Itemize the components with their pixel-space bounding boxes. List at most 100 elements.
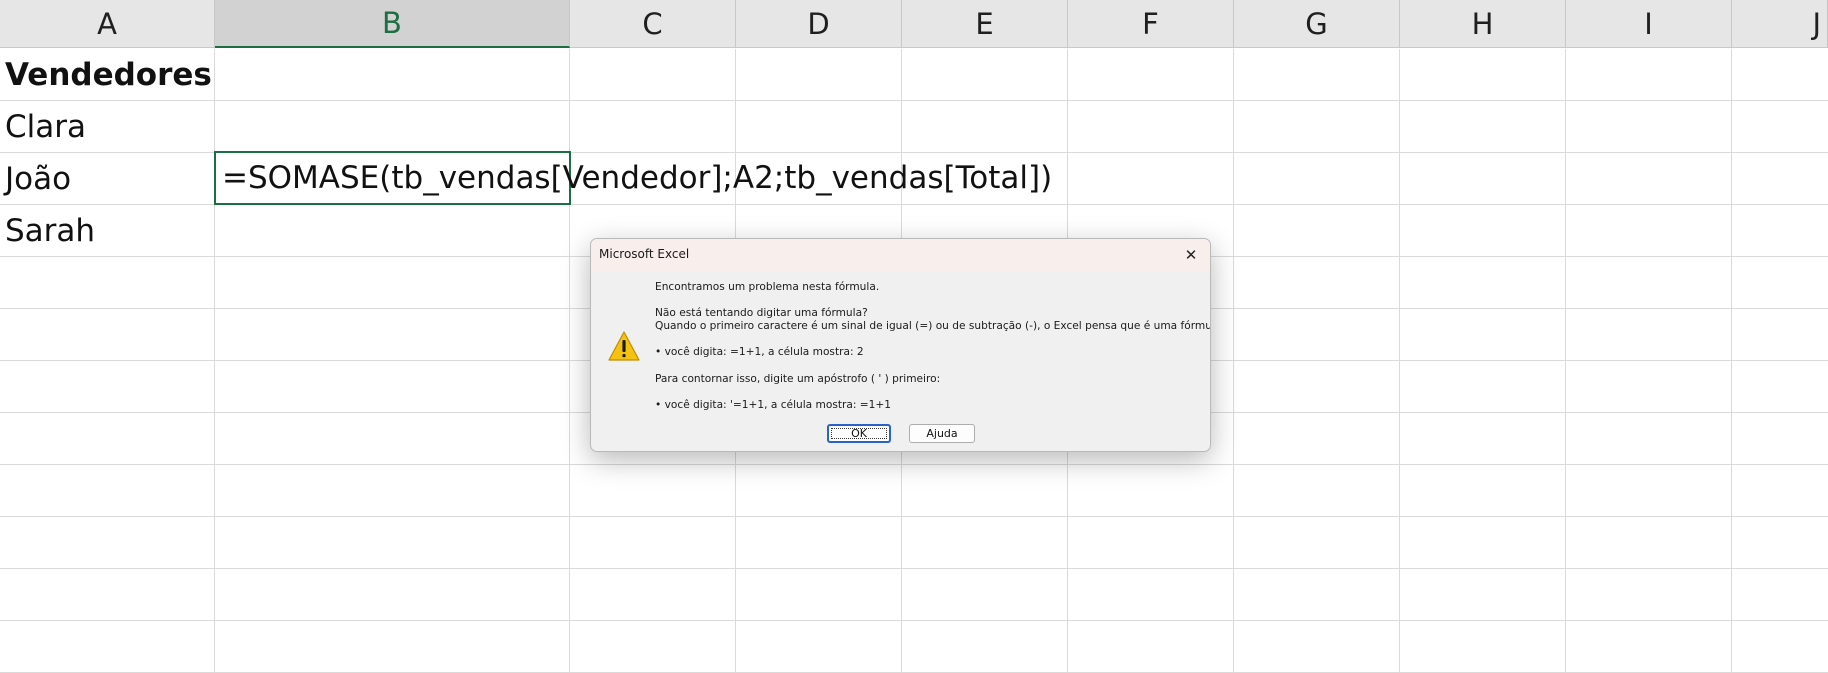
grid-cell[interactable] (0, 517, 215, 569)
column-header-c[interactable]: C (570, 0, 736, 48)
grid-cell[interactable] (0, 621, 215, 673)
column-header-j[interactable]: J (1732, 0, 1828, 48)
grid-cell[interactable] (215, 361, 570, 413)
help-button[interactable]: Ajuda (909, 424, 975, 443)
column-header-h[interactable]: H (1400, 0, 1566, 48)
grid-cell[interactable] (1732, 101, 1828, 153)
grid-cell[interactable] (1732, 517, 1828, 569)
grid-cell[interactable] (736, 569, 902, 621)
grid-cell[interactable] (1068, 465, 1234, 517)
grid-cell[interactable] (1732, 569, 1828, 621)
grid-cell[interactable] (1400, 205, 1566, 257)
grid-cell[interactable] (215, 465, 570, 517)
cell-a3[interactable]: João (0, 153, 215, 205)
grid-cell[interactable] (1732, 621, 1828, 673)
grid-cell[interactable] (1400, 517, 1566, 569)
grid-cell[interactable] (1732, 465, 1828, 517)
grid-cell[interactable] (1566, 517, 1732, 569)
grid-cell[interactable] (1068, 569, 1234, 621)
grid-cell[interactable] (0, 569, 215, 621)
grid-cell[interactable] (902, 49, 1068, 101)
column-header-a[interactable]: A (0, 0, 215, 48)
grid-cell[interactable] (1068, 49, 1234, 101)
grid-cell[interactable] (1068, 517, 1234, 569)
cell-b3-formula[interactable]: =SOMASE(tb_vendas[Vendedor];A2;tb_vendas… (215, 152, 1115, 204)
grid-cell[interactable] (1400, 621, 1566, 673)
column-header-g[interactable]: G (1234, 0, 1400, 48)
grid-cell[interactable] (1732, 361, 1828, 413)
grid-cell[interactable] (736, 465, 902, 517)
dialog-titlebar[interactable]: Microsoft Excel ✕ (591, 239, 1210, 271)
cell-a4[interactable]: Sarah (0, 205, 215, 257)
grid-cell[interactable] (0, 257, 215, 309)
grid-cell[interactable] (736, 517, 902, 569)
close-icon[interactable]: ✕ (1178, 242, 1204, 268)
grid-cell[interactable] (736, 49, 902, 101)
grid-cell[interactable] (1234, 413, 1400, 465)
grid-cell[interactable] (570, 621, 736, 673)
grid-cell[interactable] (1732, 153, 1828, 205)
grid-cell[interactable] (570, 465, 736, 517)
grid-cell[interactable] (1566, 153, 1732, 205)
grid-cell[interactable] (0, 361, 215, 413)
grid-cell[interactable] (736, 101, 902, 153)
grid-cell[interactable] (1400, 361, 1566, 413)
ok-button[interactable]: OK (827, 424, 891, 443)
cell-a1[interactable]: Vendedores (0, 49, 215, 101)
grid-cell[interactable] (1566, 361, 1732, 413)
grid-cell[interactable] (902, 517, 1068, 569)
grid-cell[interactable] (1234, 205, 1400, 257)
grid-cell[interactable] (1400, 309, 1566, 361)
column-header-d[interactable]: D (736, 0, 902, 48)
grid-cell[interactable] (1400, 49, 1566, 101)
grid-cell[interactable] (215, 621, 570, 673)
grid-cell[interactable] (1732, 413, 1828, 465)
grid-cell[interactable] (0, 413, 215, 465)
grid-cell[interactable] (1234, 361, 1400, 413)
grid-cell[interactable] (215, 257, 570, 309)
grid-cell[interactable] (215, 569, 570, 621)
grid-cell[interactable] (902, 569, 1068, 621)
grid-cell[interactable] (1234, 309, 1400, 361)
grid-cell[interactable] (1068, 621, 1234, 673)
grid-cell[interactable] (570, 101, 736, 153)
grid-cell[interactable] (1566, 49, 1732, 101)
cell-a2[interactable]: Clara (0, 101, 215, 153)
grid-cell[interactable] (1566, 257, 1732, 309)
grid-cell[interactable] (1732, 257, 1828, 309)
grid-cell[interactable] (1400, 413, 1566, 465)
grid-cell[interactable] (902, 465, 1068, 517)
grid-cell[interactable] (1234, 101, 1400, 153)
grid-cell[interactable] (0, 465, 215, 517)
grid-cell[interactable] (1732, 205, 1828, 257)
grid-cell[interactable] (1234, 153, 1400, 205)
grid-cell[interactable] (902, 621, 1068, 673)
column-header-f[interactable]: F (1068, 0, 1234, 48)
grid-cell[interactable] (215, 517, 570, 569)
grid-cell[interactable] (1566, 413, 1732, 465)
grid-cell[interactable] (1566, 309, 1732, 361)
grid-cell[interactable] (1234, 465, 1400, 517)
grid-cell[interactable] (0, 309, 215, 361)
grid-cell[interactable] (1234, 49, 1400, 101)
grid-cell[interactable] (1400, 465, 1566, 517)
grid-cell[interactable] (1234, 257, 1400, 309)
grid-cell[interactable] (1400, 569, 1566, 621)
grid-cell[interactable] (1234, 621, 1400, 673)
grid-cell[interactable] (1566, 621, 1732, 673)
grid-cell[interactable] (1566, 569, 1732, 621)
grid-cell[interactable] (1566, 205, 1732, 257)
grid-cell[interactable] (215, 413, 570, 465)
grid-cell[interactable] (1234, 517, 1400, 569)
column-header-i[interactable]: I (1566, 0, 1732, 48)
grid-cell[interactable] (1566, 101, 1732, 153)
grid-cell[interactable] (215, 101, 570, 153)
grid-cell[interactable] (570, 569, 736, 621)
grid-cell[interactable] (736, 621, 902, 673)
grid-cell[interactable] (1566, 465, 1732, 517)
grid-cell[interactable] (215, 309, 570, 361)
grid-cell[interactable] (1400, 153, 1566, 205)
grid-cell[interactable] (570, 49, 736, 101)
grid-cell[interactable] (1732, 309, 1828, 361)
grid-cell[interactable] (1400, 257, 1566, 309)
